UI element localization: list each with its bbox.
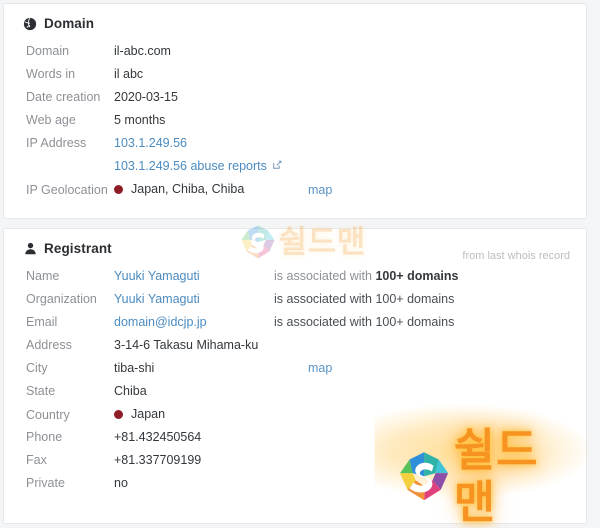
registrant-organization-link[interactable]: Yuuki Yamaguti bbox=[114, 288, 200, 311]
value-email: domain@idcjp.jp bbox=[114, 311, 274, 334]
domain-card: Domain Domain il-abc.com Words in il abc… bbox=[3, 3, 587, 219]
row-email: Email domain@idcjp.jp is associated with… bbox=[4, 311, 586, 334]
value-address: 3-14-6 Takasu Mihama-ku bbox=[114, 338, 259, 352]
registrant-name-link[interactable]: Yuuki Yamaguti bbox=[114, 265, 200, 288]
domain-card-header: Domain bbox=[4, 4, 586, 31]
ip-geolocation-text: Japan, Chiba, Chiba bbox=[131, 182, 245, 196]
domain-card-title: Domain bbox=[44, 16, 95, 31]
label-ip-address: IP Address bbox=[26, 136, 87, 150]
value-words-in: il abc bbox=[114, 67, 144, 81]
label-country: Country bbox=[26, 408, 70, 422]
row-ip-geolocation: IP Geolocation Japan, Chiba, Chiba map bbox=[4, 178, 586, 201]
label-web-age: Web age bbox=[26, 113, 76, 127]
label-domain: Domain bbox=[26, 44, 70, 58]
email-associated-prefix: is associated with bbox=[274, 315, 376, 329]
row-words-in: Words in il abc bbox=[4, 63, 586, 86]
label-phone: Phone bbox=[26, 430, 63, 444]
row-country: Country Japan bbox=[4, 403, 586, 426]
whois-result-page: Domain Domain il-abc.com Words in il abc… bbox=[0, 0, 600, 528]
city-map-link[interactable]: map bbox=[308, 357, 332, 380]
label-ip-geolocation: IP Geolocation bbox=[26, 183, 108, 197]
row-date-creation: Date creation 2020-03-15 bbox=[4, 86, 586, 109]
name-associated-note: is associated with 100+ domains bbox=[274, 265, 458, 288]
label-name: Name bbox=[26, 269, 60, 283]
globe-icon bbox=[23, 17, 37, 31]
row-abuse-reports: 103.1.249.56 abuse reports bbox=[4, 155, 586, 178]
value-ip-geolocation: Japan, Chiba, Chiba bbox=[114, 178, 274, 201]
label-date-creation: Date creation bbox=[26, 90, 101, 104]
value-fax: +81.337709199 bbox=[114, 453, 202, 467]
label-city: City bbox=[26, 361, 48, 375]
whois-record-note: from last whois record bbox=[462, 250, 570, 262]
value-name: Yuuki Yamaguti bbox=[114, 265, 274, 288]
label-state: State bbox=[26, 384, 56, 398]
row-fax: Fax +81.337709199 bbox=[4, 449, 586, 472]
value-abuse-reports: 103.1.249.56 abuse reports bbox=[114, 155, 364, 178]
value-domain: il-abc.com bbox=[114, 44, 171, 58]
row-web-age: Web age 5 months bbox=[4, 109, 586, 132]
organization-associated-prefix: is associated with bbox=[274, 292, 376, 306]
value-date-creation: 2020-03-15 bbox=[114, 90, 178, 104]
row-city: City tiba-shi map bbox=[4, 357, 586, 380]
label-words-in: Words in bbox=[26, 67, 76, 81]
row-address: Address 3-14-6 Takasu Mihama-ku bbox=[4, 334, 586, 357]
value-phone: +81.432450564 bbox=[114, 430, 202, 444]
row-ip-address: IP Address 103.1.249.56 bbox=[4, 132, 586, 155]
row-name: Name Yuuki Yamaguti is associated with 1… bbox=[4, 265, 586, 288]
organization-associated-note: is associated with 100+ domains bbox=[274, 288, 454, 311]
row-private: Private no bbox=[4, 472, 586, 495]
name-associated-prefix: is associated with bbox=[274, 269, 376, 283]
label-fax: Fax bbox=[26, 453, 47, 467]
abuse-reports-link[interactable]: 103.1.249.56 abuse reports bbox=[114, 155, 267, 178]
row-state: State Chiba bbox=[4, 380, 586, 403]
row-phone: Phone +81.432450564 bbox=[4, 426, 586, 449]
user-icon bbox=[23, 242, 37, 256]
registrant-rows: Name Yuuki Yamaguti is associated with 1… bbox=[4, 256, 586, 495]
domain-rows: Domain il-abc.com Words in il abc Date c… bbox=[4, 31, 586, 201]
value-private: no bbox=[114, 476, 128, 490]
label-organization: Organization bbox=[26, 292, 97, 306]
label-email: Email bbox=[26, 315, 58, 329]
registrant-email-link[interactable]: domain@idcjp.jp bbox=[114, 311, 207, 334]
value-state: Chiba bbox=[114, 384, 147, 398]
japan-flag-icon bbox=[114, 410, 123, 419]
registrant-card-title: Registrant bbox=[44, 241, 112, 256]
value-ip-address: 103.1.249.56 bbox=[114, 132, 274, 155]
organization-associated-count: 100+ domains bbox=[375, 292, 455, 306]
japan-flag-icon bbox=[114, 185, 123, 194]
label-private: Private bbox=[26, 476, 65, 490]
value-city: tiba-shi bbox=[114, 361, 155, 375]
value-web-age: 5 months bbox=[114, 113, 166, 127]
registrant-card: Registrant from last whois record Name Y… bbox=[3, 228, 587, 524]
value-country: Japan bbox=[114, 403, 274, 426]
email-associated-note: is associated with 100+ domains bbox=[274, 311, 454, 334]
value-organization: Yuuki Yamaguti bbox=[114, 288, 274, 311]
row-domain: Domain il-abc.com bbox=[4, 40, 586, 63]
label-address: Address bbox=[26, 338, 72, 352]
external-link-icon bbox=[272, 155, 283, 178]
email-associated-count: 100+ domains bbox=[375, 315, 455, 329]
ip-address-link[interactable]: 103.1.249.56 bbox=[114, 132, 187, 155]
row-organization: Organization Yuuki Yamaguti is associate… bbox=[4, 288, 586, 311]
name-associated-count: 100+ domains bbox=[375, 269, 459, 283]
country-text: Japan bbox=[131, 407, 166, 421]
ip-geolocation-map-link[interactable]: map bbox=[308, 179, 332, 202]
